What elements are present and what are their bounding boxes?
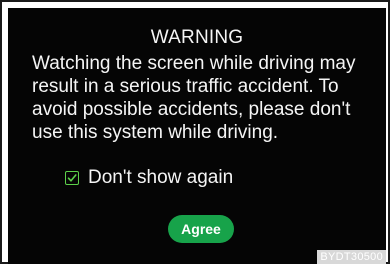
- dont-show-again-checkbox[interactable]: [65, 171, 79, 185]
- checkmark-icon: [67, 174, 77, 182]
- image-code-label: BYDT30500: [317, 250, 386, 264]
- image-frame: WARNING Watching the screen while drivin…: [0, 0, 390, 264]
- warning-dialog: WARNING Watching the screen while drivin…: [8, 8, 386, 264]
- agree-button[interactable]: Agree: [168, 215, 234, 243]
- dont-show-again-label: Don't show again: [88, 167, 234, 188]
- warning-message: Watching the screen while driving may re…: [32, 53, 356, 143]
- dialog-title: WARNING: [150, 27, 244, 48]
- dont-show-again-option[interactable]: Don't show again: [65, 166, 233, 190]
